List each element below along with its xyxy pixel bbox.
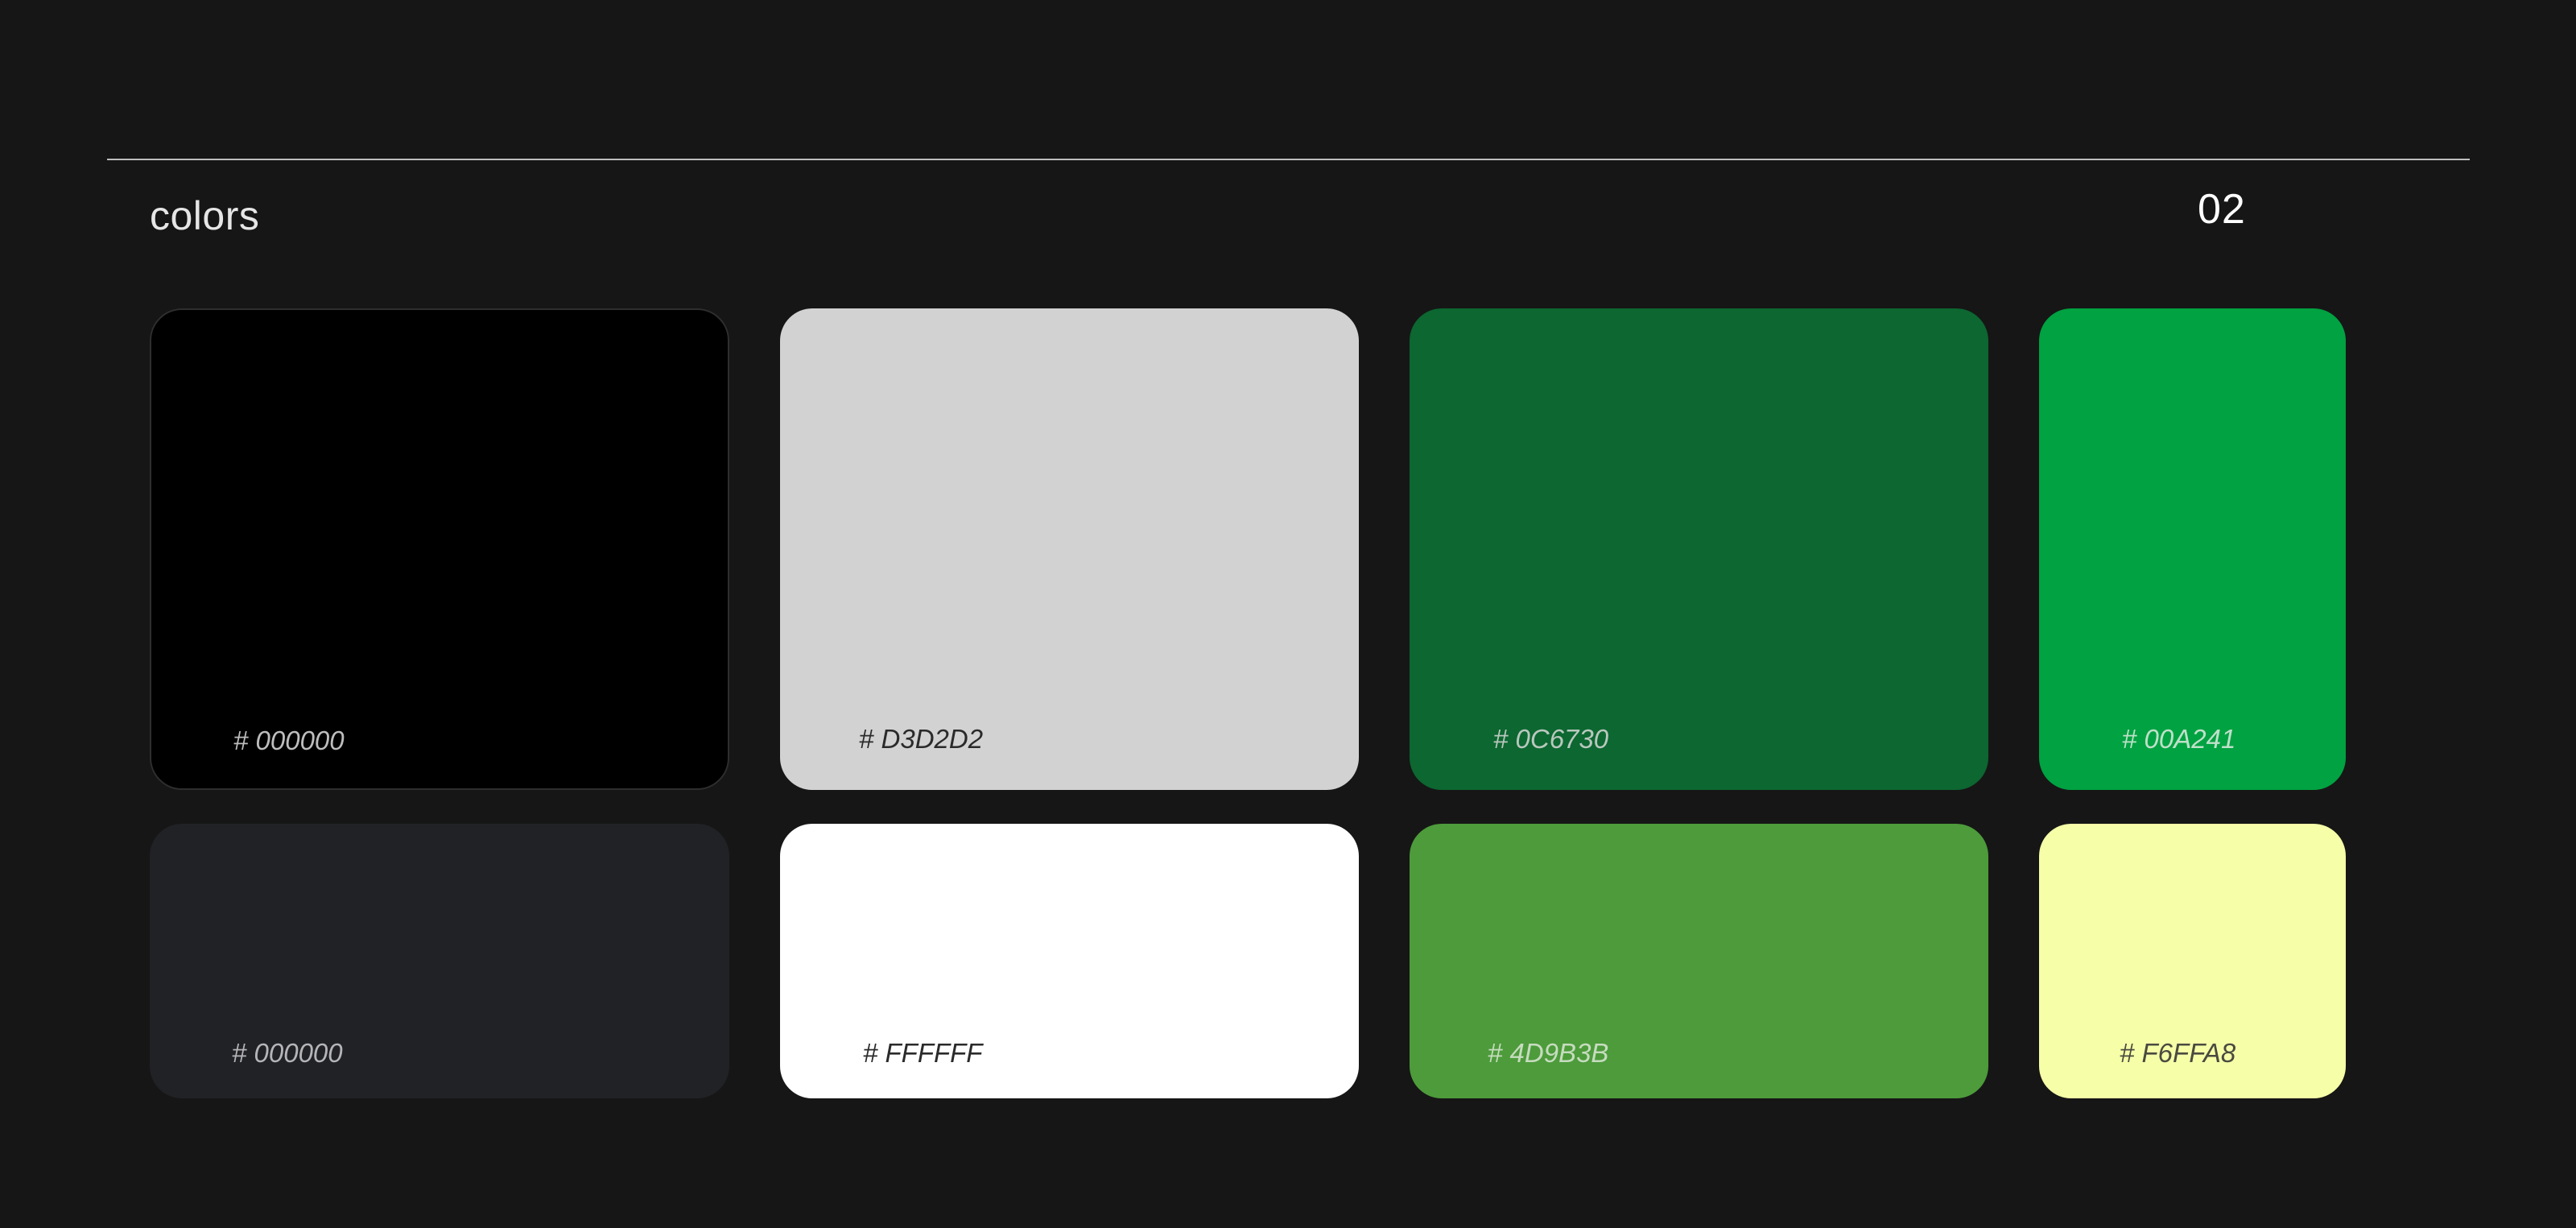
swatch-black: # 000000 <box>150 308 729 790</box>
swatch-light-gray: # D3D2D2 <box>780 308 1359 790</box>
swatch-code: # 00A241 <box>2122 724 2236 754</box>
header-divider <box>107 159 2470 160</box>
swatch-code: # 000000 <box>232 1038 343 1068</box>
swatch-code: # 0C6730 <box>1493 724 1609 754</box>
swatch-code: # 4D9B3B <box>1488 1038 1609 1068</box>
swatch-medium-green: # 4D9B3B <box>1410 824 1988 1098</box>
swatch-code: # F6FFA8 <box>2120 1038 2236 1068</box>
swatch-code: # FFFFFF <box>863 1038 983 1068</box>
swatch-code: # 000000 <box>233 726 345 755</box>
swatch-charcoal: # 000000 <box>150 824 729 1098</box>
swatch-green: # 00A241 <box>2039 308 2346 790</box>
swatch-pale-yellow: # F6FFA8 <box>2039 824 2346 1098</box>
swatch-code: # D3D2D2 <box>859 724 984 754</box>
section-title: colors <box>150 193 260 238</box>
swatch-dark-green: # 0C6730 <box>1410 308 1988 790</box>
page-number: 02 <box>2198 186 2246 233</box>
swatch-white: # FFFFFF <box>780 824 1359 1098</box>
